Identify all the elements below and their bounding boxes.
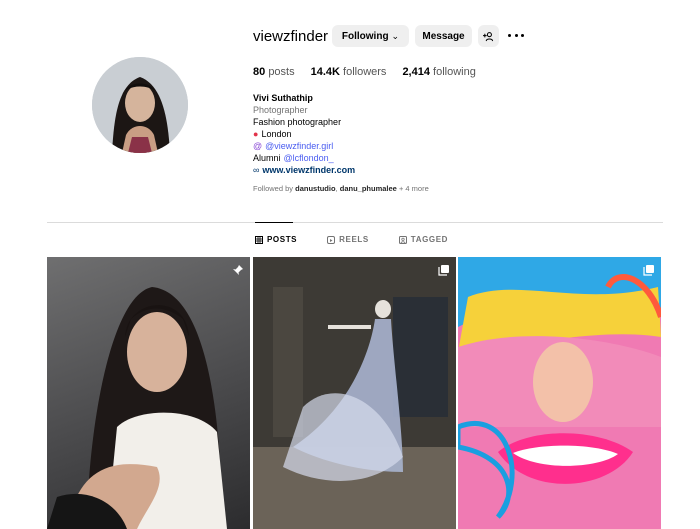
chevron-down-icon: ⌄ [391, 30, 400, 41]
link-icon: ∞ [253, 165, 260, 175]
followed-by-more: + 4 more [398, 184, 429, 193]
post-image [47, 287, 227, 529]
add-user-icon [483, 31, 494, 41]
website-link[interactable]: www.viewzfinder.com [262, 164, 355, 176]
followers-count: 14.4K [310, 66, 340, 78]
following-button[interactable]: Following ⌄ [332, 25, 409, 47]
avatar-image [92, 57, 188, 153]
followers-label: followers [343, 66, 387, 78]
tab-tagged-label: TAGGED [410, 235, 449, 244]
threads-handle-link[interactable]: @viewzfinder.girl [265, 140, 333, 152]
tab-posts-label: POSTS [267, 235, 298, 244]
tab-reels[interactable]: REELS [327, 235, 369, 244]
following-stat[interactable]: 2,414 following [402, 66, 475, 78]
post-image [253, 257, 456, 529]
more-options-icon[interactable] [508, 28, 524, 42]
tab-posts[interactable]: POSTS [255, 235, 297, 244]
followed-by-separator: , [335, 184, 338, 193]
profile-stats: 80 posts 14.4K followers 2,414 following [253, 66, 492, 78]
reels-icon [327, 235, 336, 244]
tabs-divider [47, 222, 663, 223]
followed-by-prefix: Followed by [253, 184, 294, 193]
following-button-label: Following [341, 30, 389, 42]
bio-name: Vivi Suthathip [253, 93, 313, 103]
bio-line: Fashion photographer [253, 117, 342, 127]
following-count: 2,414 [402, 66, 430, 78]
tagged-icon [398, 235, 407, 244]
pin-icon [232, 263, 244, 275]
followed-by-user: danu_phumalee [339, 184, 397, 193]
threads-icon: @ [253, 141, 263, 151]
profile-avatar[interactable] [92, 57, 188, 153]
post-tile[interactable] [47, 257, 250, 529]
bio-threads: @ @viewzfinder.girl [253, 140, 553, 152]
bio-website: ∞ www.viewzfinder.com [253, 164, 553, 176]
following-label: following [433, 66, 476, 78]
bio-category: Photographer [253, 105, 308, 115]
alumni-handle-link[interactable]: @lcflondon_ [284, 152, 334, 164]
active-tab-indicator [255, 222, 293, 223]
profile-bio: Vivi Suthathip Photographer Fashion phot… [253, 92, 553, 176]
message-button-label: Message [422, 30, 465, 42]
tab-reels-label: REELS [339, 235, 369, 244]
followers-stat[interactable]: 14.4K followers [311, 66, 387, 78]
post-tile[interactable] [458, 257, 661, 529]
profile-tabs: POSTS REELS TAGGED [255, 235, 478, 244]
carousel-icon [643, 263, 655, 276]
location-pin-icon: ● [253, 129, 259, 139]
followed-by-user: danustudio [295, 184, 336, 193]
posts-count: 80 [253, 66, 266, 78]
grid-icon [255, 235, 263, 244]
posts-label: posts [268, 66, 295, 78]
tab-tagged[interactable]: TAGGED [398, 235, 449, 244]
post-tile[interactable] [253, 257, 456, 529]
bio-location-text: London [261, 129, 292, 139]
post-image [458, 257, 661, 529]
alumni-prefix: Alumni [253, 153, 281, 163]
bio-location: ● London [253, 128, 553, 140]
message-button[interactable]: Message [415, 25, 472, 47]
profile-username: viewzfinder [253, 28, 329, 45]
carousel-icon [438, 263, 450, 276]
posts-stat[interactable]: 80 posts [253, 66, 295, 78]
suggested-users-button[interactable] [478, 25, 499, 47]
followed-by[interactable]: Followed by danustudio, danu_phumalee + … [253, 184, 429, 193]
bio-alumni: Alumni @lcflondon_ [253, 152, 553, 164]
